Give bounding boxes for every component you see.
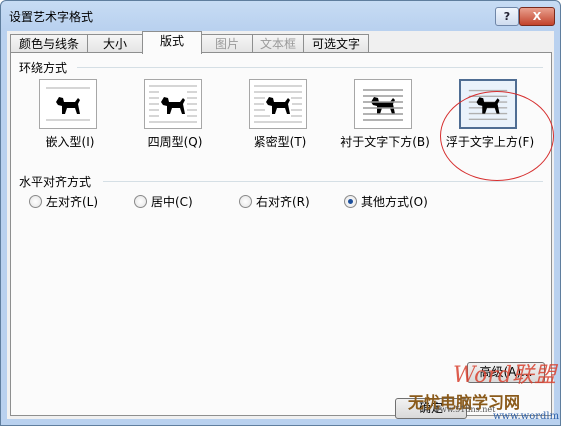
tab-textbox: 文本框 xyxy=(252,34,304,53)
wrap-option-label: 嵌入型(I) xyxy=(45,135,95,149)
wrapping-separator xyxy=(77,67,543,68)
title-bar[interactable]: 设置艺术字格式 ? X xyxy=(1,1,560,30)
wrapping-group-label: 环绕方式 xyxy=(19,61,68,75)
alignment-separator xyxy=(103,181,543,182)
tab-label: 大小 xyxy=(102,37,127,51)
radio-label: 居中(C) xyxy=(151,195,193,209)
wrap-option-label: 四周型(Q) xyxy=(147,135,203,149)
radio-circle xyxy=(134,195,147,208)
square-wrap-dog-icon xyxy=(144,79,202,129)
radio-circle xyxy=(29,195,42,208)
tab-picture: 图片 xyxy=(201,34,253,53)
tab-size[interactable]: 大小 xyxy=(87,34,143,53)
highlight-circle xyxy=(440,91,554,181)
tab-colors-and-lines[interactable]: 颜色与线条 xyxy=(10,34,88,53)
tab-layout[interactable]: 版式 xyxy=(142,31,202,54)
behind-text-dog-icon xyxy=(354,79,412,129)
alignment-group-label: 水平对齐方式 xyxy=(19,175,92,189)
watermark-url: www.wordlm.com xyxy=(493,411,560,422)
dialog-window: 设置艺术字格式 ? X 颜色与线条 大小 版式 图片 文本框 可选文字 环绕方式… xyxy=(0,0,561,426)
dialog-title: 设置艺术字格式 xyxy=(9,10,94,24)
tab-label: 可选文字 xyxy=(311,37,360,51)
radio-circle xyxy=(239,195,252,208)
tab-label: 文本框 xyxy=(259,37,296,51)
tight-wrap-dog-icon xyxy=(249,79,307,129)
wrap-option-label: 衬于文字下方(B) xyxy=(340,135,430,149)
radio-label: 右对齐(R) xyxy=(256,195,310,209)
help-button[interactable]: ? xyxy=(495,7,519,26)
radio-label: 其他方式(O) xyxy=(361,195,428,209)
tab-label: 版式 xyxy=(159,34,184,48)
wrap-option-label: 紧密型(T) xyxy=(253,135,307,149)
radio-label: 左对齐(L) xyxy=(46,195,99,209)
tab-alt-text[interactable]: 可选文字 xyxy=(303,34,369,53)
tab-label: 颜色与线条 xyxy=(18,37,79,51)
watermark-site-url: www.51dns.net xyxy=(433,405,496,414)
tab-label: 图片 xyxy=(214,37,239,51)
radio-circle-selected xyxy=(344,195,357,208)
close-button[interactable]: X xyxy=(519,7,555,26)
inline-dog-icon xyxy=(39,79,97,129)
watermark-brand: Word联盟 xyxy=(453,363,556,388)
